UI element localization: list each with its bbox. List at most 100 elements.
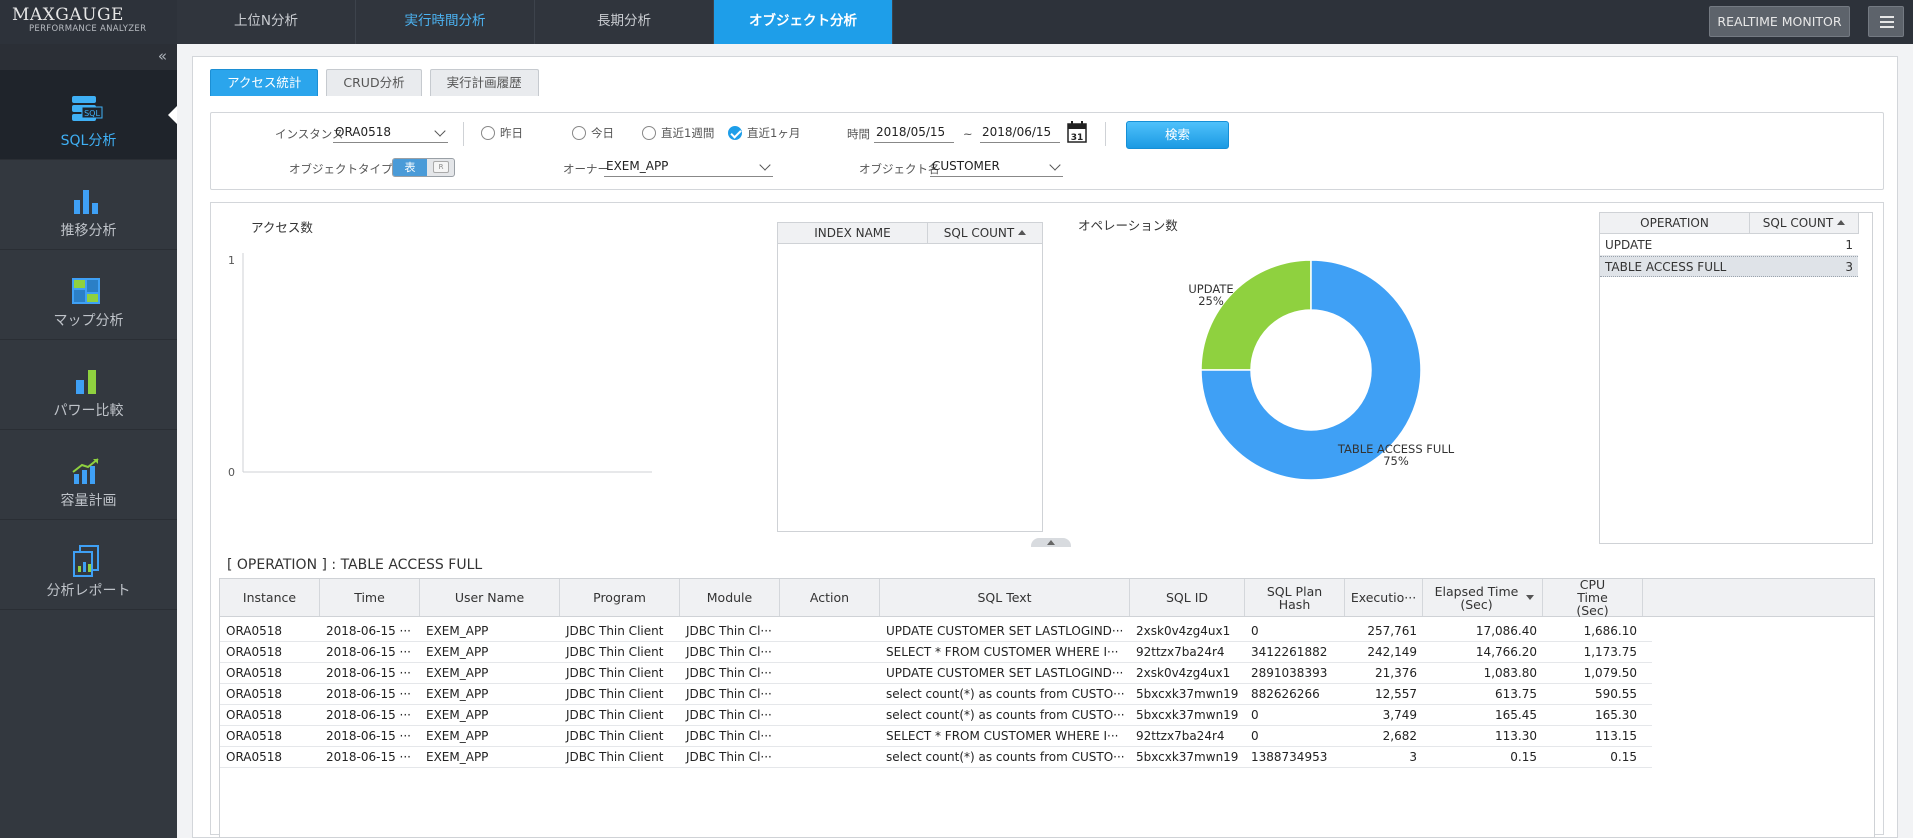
sidebar-item-trend-analysis[interactable]: 推移分析 xyxy=(0,160,177,250)
owner-select[interactable]: EXEM_APP xyxy=(604,159,773,177)
table-cell: 257,761 xyxy=(1367,624,1417,638)
table-row[interactable]: ORA0518 2018-06-15 ··· EXEM_APP JDBC Thin C… xyxy=(220,747,1652,768)
table-cell: 0.15 xyxy=(1610,750,1637,764)
operation-header[interactable]: OPERATION xyxy=(1600,213,1750,233)
table-cell: UPDATE CUSTOMER SET LASTLOGIND··· xyxy=(886,624,1124,638)
splitter-handle[interactable] xyxy=(1031,538,1071,547)
table-row[interactable]: ORA0518 2018-06-15 ··· EXEM_APP JDBC Thin C… xyxy=(220,705,1652,726)
table-cell: ORA0518 xyxy=(226,750,283,764)
table-cell: UPDATE CUSTOMER SET LASTLOGIND··· xyxy=(886,666,1124,680)
calendar-icon[interactable]: 31 xyxy=(1067,121,1087,143)
table-cell: 2xsk0v4zg4ux1 xyxy=(1136,624,1231,638)
sidebar-item-power-compare[interactable]: パワー比較 xyxy=(0,340,177,430)
sidebar-item-map-analysis[interactable]: マップ分析 xyxy=(0,250,177,340)
operation-row-selected[interactable]: TABLE ACCESS FULL 3 xyxy=(1600,256,1858,277)
table-cell: 113.15 xyxy=(1595,729,1637,743)
col-executions[interactable]: Executio··· xyxy=(1345,579,1423,616)
table-row[interactable]: ORA0518 2018-06-15 ··· EXEM_APP JDBC Thin C… xyxy=(220,642,1652,663)
object-type-toggle[interactable]: 表 R xyxy=(392,158,455,177)
table-cell: 2,682 xyxy=(1382,729,1417,743)
nav-tab-execution-time[interactable]: 実行時間分析 xyxy=(356,0,535,44)
table-row[interactable]: ORA0518 2018-06-15 ··· EXEM_APP JDBC Thin C… xyxy=(220,663,1652,684)
chevron-down-icon xyxy=(1049,159,1061,171)
table-cell: 2018-06-15 ··· xyxy=(326,708,411,722)
sidebar-item-label: パワー比較 xyxy=(53,403,124,419)
col-sql-plan-hash[interactable]: SQL Plan Hash xyxy=(1245,579,1345,616)
radio-today[interactable]: 今日 xyxy=(572,125,614,141)
realtime-monitor-button[interactable]: REALTIME MONITOR xyxy=(1709,6,1850,37)
chevron-down-icon xyxy=(434,125,446,137)
sidebar-item-analysis-report[interactable]: 分析レポート xyxy=(0,520,177,610)
radio-last-month[interactable]: 直近1ヶ月 xyxy=(728,125,800,141)
table-cell: ORA0518 xyxy=(226,687,283,701)
index-name-header[interactable]: INDEX NAME xyxy=(778,223,928,243)
sidebar-item-sql-analysis[interactable]: SQL SQL分析 xyxy=(0,70,177,160)
time-from-input[interactable]: 2018/05/15 xyxy=(874,125,954,143)
col-sql-text[interactable]: SQL Text xyxy=(880,579,1130,616)
radio-yesterday[interactable]: 昨日 xyxy=(481,125,523,141)
time-label: 時間 xyxy=(847,127,870,141)
access-count-title: アクセス数 xyxy=(251,220,313,235)
nav-tab-top-n[interactable]: 上位N分析 xyxy=(177,0,356,44)
app-logo: MAXGAUGE PERFORMANCE ANALYZER xyxy=(0,0,177,44)
col-module[interactable]: Module xyxy=(680,579,780,616)
table-cell: 92ttzx7ba24r4 xyxy=(1136,645,1225,659)
menu-button[interactable] xyxy=(1868,6,1904,37)
main-nav: 上位N分析 実行時間分析 長期分析 オブジェクト分析 xyxy=(177,0,893,44)
radio-last-week[interactable]: 直近1週間 xyxy=(642,125,714,141)
menu-icon xyxy=(1880,16,1894,18)
time-to-input[interactable]: 2018/06/15 xyxy=(980,125,1060,143)
operation-sql-count-header[interactable]: SQL COUNT xyxy=(1750,213,1858,233)
compare-icon xyxy=(76,370,96,394)
index-grid xyxy=(777,222,1043,532)
col-cpu-time[interactable]: CPU Time (Sec) xyxy=(1543,578,1643,617)
col-action[interactable]: Action xyxy=(780,579,880,616)
table-cell: 1,173.75 xyxy=(1583,645,1637,659)
sidebar-collapse-button[interactable]: « xyxy=(0,44,177,70)
sidebar-item-capacity-plan[interactable]: 容量計画 xyxy=(0,430,177,520)
table-cell xyxy=(780,663,880,684)
index-sql-count-header[interactable]: SQL COUNT xyxy=(928,223,1042,243)
object-name-label: オブジェクト名 xyxy=(859,162,940,176)
sidebar-item-label: SQL分析 xyxy=(60,133,117,149)
y-tick-top: 1 xyxy=(228,254,235,267)
sidebar: « SQL SQL分析 推移分析 マップ分析 パワー比較 容量計画 分析レポート xyxy=(0,44,177,838)
col-time[interactable]: Time xyxy=(320,579,420,616)
table-row[interactable]: ORA0518 2018-06-15 ··· EXEM_APP JDBC Thin C… xyxy=(220,684,1652,705)
sql-detail-table-header: Instance Time User Name Program Module A… xyxy=(220,578,1874,617)
object-name-select[interactable]: CUSTOMER xyxy=(930,159,1063,177)
check-icon xyxy=(728,126,742,140)
table-cell: EXEM_APP xyxy=(426,666,489,680)
table-row[interactable]: ORA0518 2018-06-15 ··· EXEM_APP JDBC Thin C… xyxy=(220,621,1652,642)
col-elapsed-time[interactable]: Elapsed Time (Sec) xyxy=(1423,579,1543,616)
table-cell: 242,149 xyxy=(1367,645,1417,659)
table-cell: JDBC Thin Cl··· xyxy=(686,687,772,701)
donut-slice-update[interactable] xyxy=(1200,259,1312,371)
table-cell: 2018-06-15 ··· xyxy=(326,645,411,659)
table-cell: 1,079.50 xyxy=(1583,666,1637,680)
col-program[interactable]: Program xyxy=(560,579,680,616)
col-user-name[interactable]: User Name xyxy=(420,579,560,616)
table-cell: JDBC Thin Cl··· xyxy=(686,666,772,680)
map-icon xyxy=(72,278,100,304)
svg-text:31: 31 xyxy=(1071,133,1084,143)
table-cell: 165.45 xyxy=(1495,708,1537,722)
subtab-access-stats[interactable]: アクセス統計 xyxy=(210,69,319,96)
table-cell xyxy=(780,642,880,663)
chevron-up-icon xyxy=(1047,540,1055,545)
nav-tab-object-analysis[interactable]: オブジェクト分析 xyxy=(714,0,893,44)
subtab-crud-analysis[interactable]: CRUD分析 xyxy=(326,69,422,96)
col-instance[interactable]: Instance xyxy=(220,579,320,616)
filter-panel: インスタンス ORA0518 昨日 今日 直近1週間 直近1ヶ月 時間 2018… xyxy=(210,112,1884,190)
search-button[interactable]: 検索 xyxy=(1126,121,1229,149)
table-cell: 12,557 xyxy=(1375,687,1417,701)
instance-select[interactable]: ORA0518 xyxy=(333,125,448,143)
col-sql-id[interactable]: SQL ID xyxy=(1130,579,1245,616)
table-cell: JDBC Thin Client xyxy=(566,708,664,722)
operation-row[interactable]: UPDATE 1 xyxy=(1600,235,1858,256)
table-cell xyxy=(780,621,880,642)
table-cell: EXEM_APP xyxy=(426,645,489,659)
subtab-plan-history[interactable]: 実行計画履歴 xyxy=(429,69,539,96)
table-row[interactable]: ORA0518 2018-06-15 ··· EXEM_APP JDBC Thin C… xyxy=(220,726,1652,747)
nav-tab-long-term[interactable]: 長期分析 xyxy=(535,0,714,44)
